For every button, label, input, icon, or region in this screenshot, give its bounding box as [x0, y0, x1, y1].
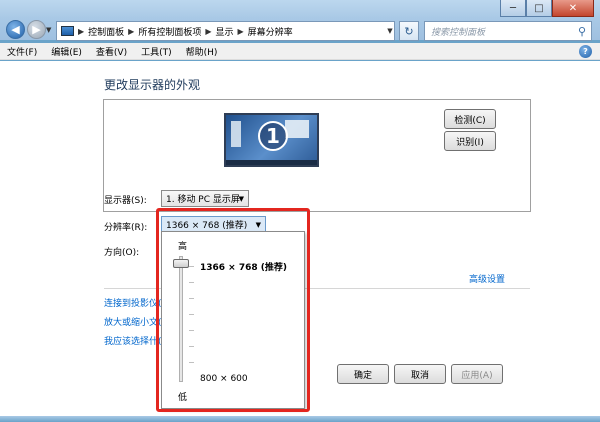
search-placeholder: 搜索控制面板	[431, 27, 486, 38]
low-label: 低	[178, 393, 188, 403]
recent-pages-dropdown-icon[interactable]: ▼	[46, 26, 55, 34]
maximize-button[interactable]: □	[526, 0, 552, 17]
chevron-down-icon: ▼	[238, 194, 244, 203]
refresh-icon: ↻	[404, 24, 414, 38]
breadcrumb-separator-icon[interactable]: ▶	[238, 27, 244, 36]
orientation-label: 方向(O):	[104, 248, 140, 258]
main-content: 更改显示器的外观 1 检测(C) 识别(I) 显示器(S): 1. 移动 PC …	[0, 61, 600, 416]
search-icon[interactable]: ⚲	[578, 25, 586, 38]
ok-button[interactable]: 确定	[337, 364, 389, 384]
navigation-bar: ─ □ ✕ ◀ ▶ ▼ ▶ 控制面板 ▶ 所有控制面板项 ▶ 显示 ▶ 屏幕分辨…	[0, 0, 600, 41]
display-label: 显示器(S):	[104, 196, 147, 206]
menu-bar: 文件(F) 编辑(E) 查看(V) 工具(T) 帮助(H) ?	[0, 43, 600, 60]
resolution-dropdown: 高 1366 × 768 (推荐) 800 × 600 低	[161, 231, 305, 409]
page-title: 更改显示器的外观	[104, 78, 201, 92]
search-input[interactable]: 搜索控制面板 ⚲	[424, 21, 592, 41]
monitor-number: 1	[258, 121, 288, 151]
window-border	[0, 416, 600, 422]
menu-view[interactable]: 查看(V)	[89, 45, 134, 58]
refresh-button[interactable]: ↻	[399, 21, 419, 41]
monitor-window-icon	[231, 121, 241, 147]
advanced-settings-link[interactable]: 高级设置	[469, 272, 505, 285]
menu-file[interactable]: 文件(F)	[0, 45, 44, 58]
menu-help[interactable]: 帮助(H)	[179, 45, 225, 58]
breadcrumb-control-panel[interactable]: 控制面板	[88, 25, 124, 38]
menu-edit[interactable]: 编辑(E)	[44, 45, 89, 58]
help-icon[interactable]: ?	[579, 45, 592, 58]
detect-button[interactable]: 检测(C)	[444, 109, 496, 129]
projector-link[interactable]: 连接到投影仪(	[104, 296, 162, 309]
display-select-value: 1. 移动 PC 显示屏	[166, 195, 240, 205]
forward-button[interactable]: ▶	[27, 20, 46, 39]
resolution-label: 分辨率(R):	[104, 223, 148, 233]
breadcrumb-resolution[interactable]: 屏幕分辨率	[248, 25, 293, 38]
resolution-option-top[interactable]: 1366 × 768 (推荐)	[200, 260, 287, 273]
breadcrumb-all-items[interactable]: 所有控制面板项	[138, 25, 201, 38]
apply-button: 应用(A)	[451, 364, 503, 384]
cancel-button[interactable]: 取消	[394, 364, 446, 384]
chevron-down-icon: ▼	[255, 220, 261, 229]
resolution-slider-track[interactable]	[179, 256, 183, 382]
breadcrumb-separator-icon[interactable]: ▶	[78, 27, 84, 36]
monitor-icon[interactable]: 1	[224, 113, 319, 167]
back-button[interactable]: ◀	[6, 20, 25, 39]
breadcrumb-display[interactable]: 显示	[216, 25, 234, 38]
back-arrow-icon: ◀	[11, 23, 20, 36]
identify-button[interactable]: 识别(I)	[444, 131, 496, 151]
forward-arrow-icon: ▶	[32, 23, 41, 36]
monitor-window-icon	[285, 120, 309, 138]
resolution-option-bottom[interactable]: 800 × 600	[200, 374, 248, 384]
close-button[interactable]: ✕	[552, 0, 594, 17]
choose-settings-link[interactable]: 我应该选择什(	[104, 334, 162, 347]
menu-tools[interactable]: 工具(T)	[134, 45, 179, 58]
text-size-link[interactable]: 放大或缩小文(	[104, 315, 162, 328]
high-label: 高	[178, 242, 188, 252]
display-select[interactable]: 1. 移动 PC 显示屏 ▼	[161, 190, 249, 207]
address-dropdown-icon[interactable]: ▼	[383, 21, 397, 41]
minimize-button[interactable]: ─	[500, 0, 526, 17]
slider-ticks	[189, 256, 195, 382]
resolution-select-value: 1366 × 768 (推荐)	[166, 221, 248, 231]
breadcrumb-separator-icon[interactable]: ▶	[205, 27, 211, 36]
control-panel-icon	[61, 26, 74, 36]
breadcrumb-separator-icon[interactable]: ▶	[128, 27, 134, 36]
resolution-slider-thumb[interactable]	[173, 259, 189, 268]
window-controls: ─ □ ✕	[500, 0, 594, 18]
monitor-taskbar	[226, 160, 317, 165]
address-bar[interactable]: ▶ 控制面板 ▶ 所有控制面板项 ▶ 显示 ▶ 屏幕分辨率	[56, 21, 395, 41]
